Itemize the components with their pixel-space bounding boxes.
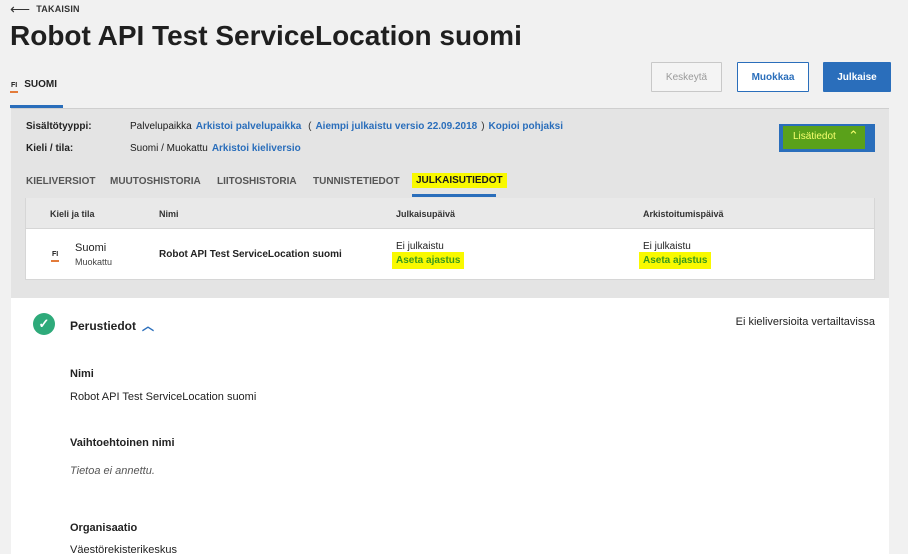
chevron-up-icon: ⌃ <box>848 128 859 143</box>
back-label: TAKAISIN <box>36 4 80 14</box>
field-label-alt-name: Vaihtoehtoinen nimi <box>70 437 175 449</box>
page-title: Robot API Test ServiceLocation suomi <box>10 20 522 51</box>
tab-muutoshistoria[interactable]: MUUTOSHISTORIA <box>110 176 201 187</box>
field-value-name: Robot API Test ServiceLocation suomi <box>70 391 257 403</box>
content-type-row: Sisältötyyppi: Palvelupaikka Arkistoi pa… <box>26 121 563 132</box>
row-publish-status: Ei julkaistu <box>396 241 444 252</box>
paren-close: ) <box>481 121 485 132</box>
col-language-state: Kieli ja tila <box>50 209 95 219</box>
language-tab-label: SUOMI <box>24 79 58 90</box>
previous-version-link[interactable]: Aiempi julkaistu versio 22.09.2018 <box>315 121 477 132</box>
arrow-left-icon: ⟵ <box>10 1 31 17</box>
tab-language-suomi[interactable]: FI SUOMI <box>10 70 63 108</box>
tab-julkaisutiedot[interactable]: JULKAISUTIEDOT <box>412 173 507 188</box>
publish-schedule-link[interactable]: Aseta ajastus <box>392 252 465 269</box>
row-archive-status: Ei julkaistu <box>643 241 691 252</box>
tab-kieliversiot[interactable]: KIELIVERSIOT <box>26 176 95 187</box>
compare-note: Ei kieliversioita vertailtavissa <box>735 316 875 328</box>
publishing-table: Kieli ja tila Nimi Julkaisupäivä Arkisto… <box>25 198 875 282</box>
check-icon: ✓ <box>33 313 55 335</box>
copy-template-link[interactable]: Kopioi pohjaksi <box>489 121 563 132</box>
table-row: FI Suomi Muokattu Robot API Test Service… <box>25 228 875 280</box>
paren-open: ( <box>305 121 312 132</box>
basic-info-section <box>11 298 889 554</box>
section-title: Perustiedot <box>70 318 137 333</box>
language-state-row: Kieli / tila: Suomi / Muokattu Arkistoi … <box>26 143 301 154</box>
field-value-organization: Väestörekisterikeskus <box>70 544 177 554</box>
chevron-up-icon: ︿ <box>142 319 155 333</box>
table-header: Kieli ja tila Nimi Julkaisupäivä Arkisto… <box>25 198 875 228</box>
publish-button[interactable]: Julkaise <box>823 62 891 92</box>
row-state: Muokattu <box>75 257 113 267</box>
section-header[interactable]: Perustiedot ︿ <box>70 317 154 334</box>
language-state-label: Kieli / tila: <box>26 143 74 154</box>
more-info-button[interactable]: Lisätiedot ⌃ <box>779 124 875 152</box>
row-language: Suomi <box>75 242 107 254</box>
edit-button[interactable]: Muokkaa <box>737 62 809 92</box>
flag-fi-icon: FI <box>51 251 60 262</box>
cancel-button[interactable]: Keskeytä <box>651 62 722 92</box>
content-type-label: Sisältötyyppi: <box>26 121 92 132</box>
col-archive-date: Arkistoitumispäivä <box>643 209 724 219</box>
field-value-alt-name: Tietoa ei annettu. <box>70 465 155 477</box>
archive-service-location-link[interactable]: Arkistoi palvelupaikka <box>196 121 302 132</box>
flag-fi-icon: FI <box>10 82 19 93</box>
col-name: Nimi <box>159 209 179 219</box>
field-label-name: Nimi <box>70 368 94 380</box>
language-state-value: Suomi / Muokattu <box>130 143 208 154</box>
field-label-organization: Organisaatio <box>70 522 138 534</box>
archive-language-link[interactable]: Arkistoi kieliversio <box>212 143 301 154</box>
more-info-label: Lisätiedot <box>793 131 836 142</box>
back-link[interactable]: ⟵ TAKAISIN <box>10 1 80 17</box>
tab-tunnistetiedot[interactable]: TUNNISTETIEDOT <box>313 176 400 187</box>
col-publish-date: Julkaisupäivä <box>396 209 456 219</box>
tab-liitoshistoria[interactable]: LIITOSHISTORIA <box>217 176 297 187</box>
row-name: Robot API Test ServiceLocation suomi <box>159 249 342 260</box>
content-type-value: Palvelupaikka <box>130 121 192 132</box>
archive-schedule-link[interactable]: Aseta ajastus <box>639 252 712 269</box>
active-tab-underline <box>412 194 496 197</box>
